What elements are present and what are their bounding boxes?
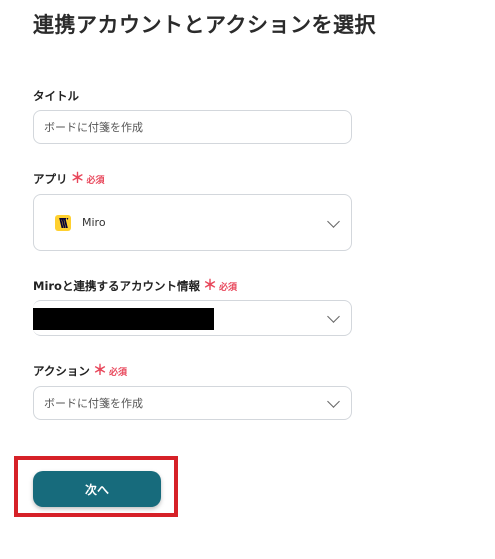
redacted-account-value (33, 308, 214, 330)
account-field-label: Miroと連携するアカウント情報 ＊ 必須 (33, 278, 237, 294)
page-title: 連携アカウントとアクションを選択 (33, 13, 376, 37)
next-button[interactable]: 次へ (33, 471, 161, 507)
required-text: 必須 (86, 175, 105, 186)
app-select[interactable]: Miro (33, 194, 352, 251)
chevron-down-icon (327, 310, 340, 323)
required-mark: ＊ (70, 171, 85, 187)
required-mark: ＊ (92, 363, 107, 379)
action-select[interactable]: ボードに付箋を作成 (33, 386, 352, 420)
account-select[interactable] (33, 300, 352, 336)
title-label-text: タイトル (33, 89, 79, 103)
app-field-label: アプリ ＊ 必須 (33, 171, 105, 187)
title-input-value: ボードに付箋を作成 (44, 121, 143, 134)
title-input[interactable]: ボードに付箋を作成 (33, 110, 352, 144)
action-select-value: ボードに付箋を作成 (44, 397, 143, 410)
required-mark: ＊ (202, 278, 217, 294)
action-field-label: アクション ＊ 必須 (33, 363, 127, 379)
required-text: 必須 (108, 367, 127, 378)
miro-logo-icon (55, 214, 71, 231)
title-field-label: タイトル (33, 88, 79, 104)
account-label-text: Miroと連携するアカウント情報 (33, 279, 200, 293)
required-text: 必須 (218, 282, 237, 293)
action-label-text: アクション (33, 364, 90, 378)
app-select-value: Miro (82, 216, 106, 229)
app-label-text: アプリ (33, 172, 68, 186)
